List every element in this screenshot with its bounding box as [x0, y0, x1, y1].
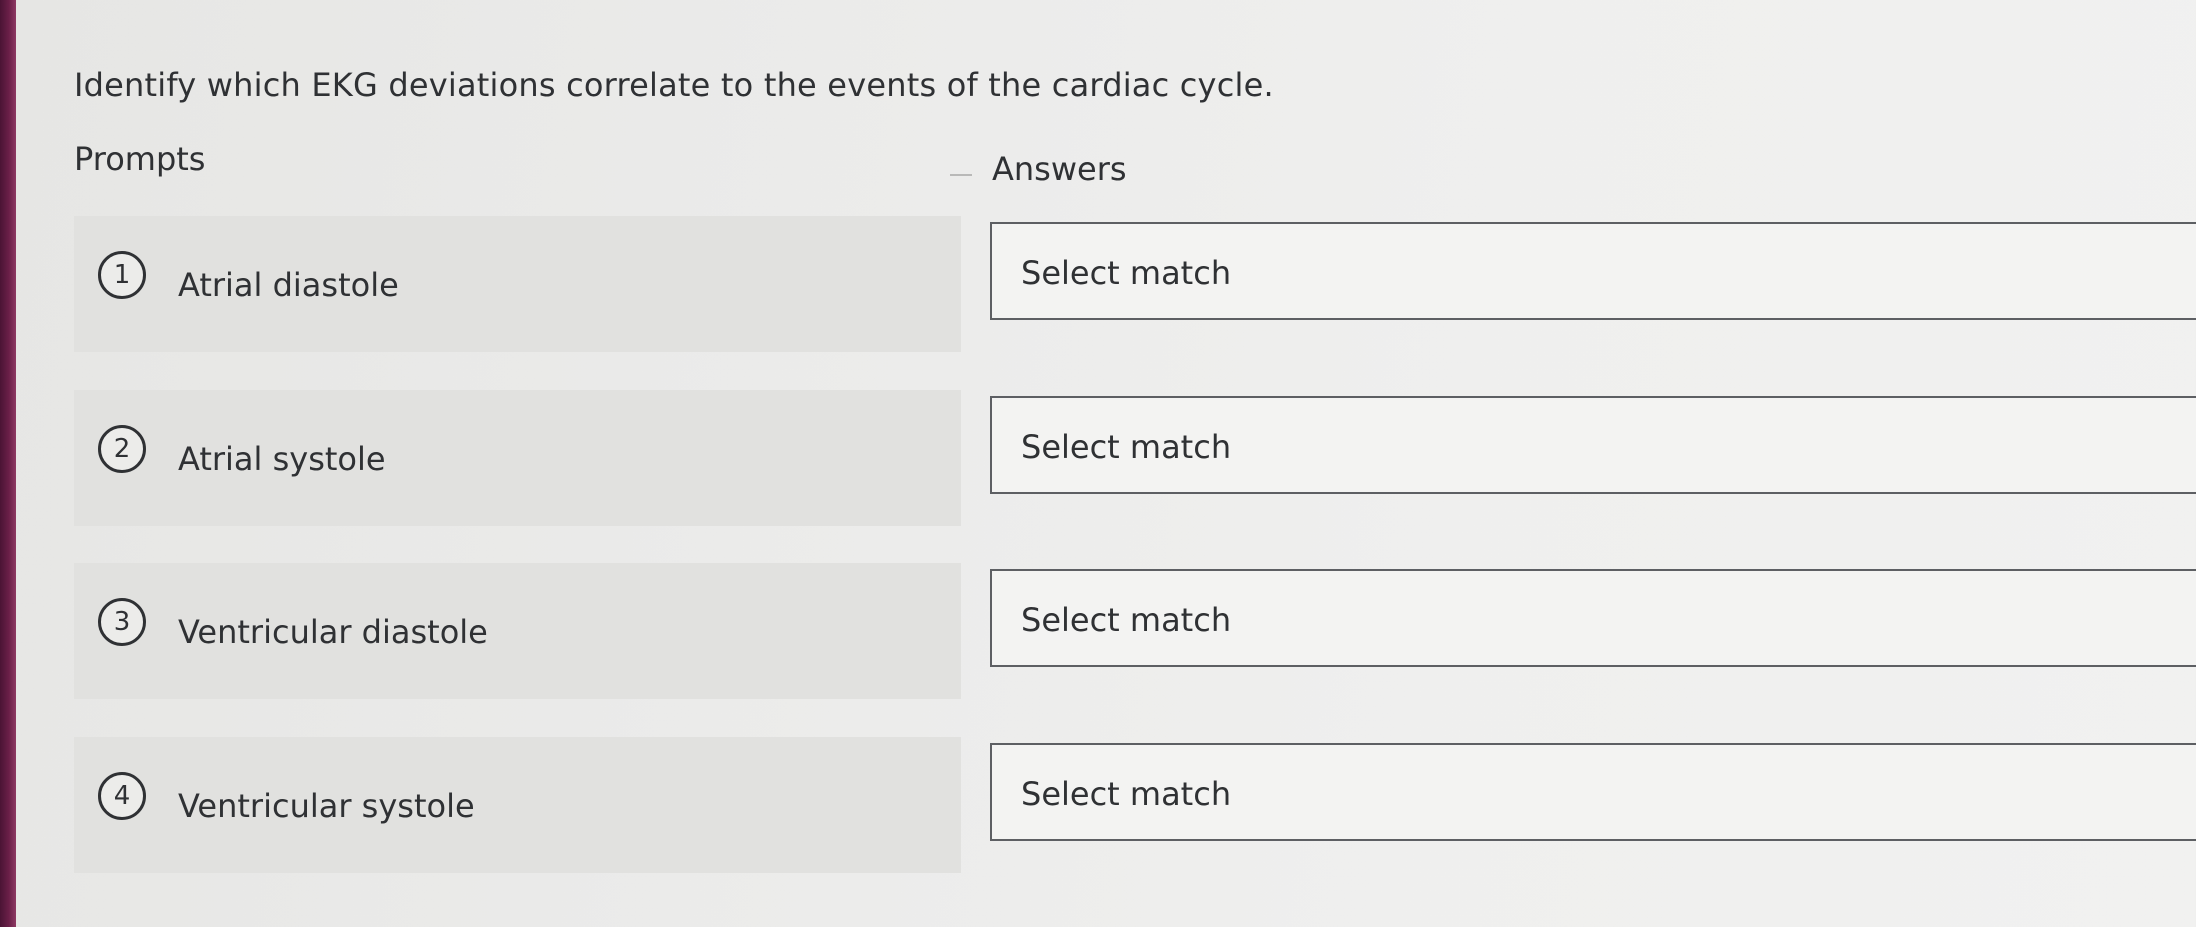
prompts-header: Prompts	[74, 140, 206, 178]
prompt-label: Atrial diastole	[178, 266, 399, 304]
answer-select-value: Select match	[1021, 428, 1232, 466]
header-divider-tick	[950, 174, 972, 176]
answer-select-3[interactable]: Select match	[990, 569, 2196, 667]
answer-select-2[interactable]: Select match	[990, 396, 2196, 494]
left-edge-strip	[0, 0, 16, 927]
prompt-number-badge: 1	[98, 251, 146, 299]
answer-select-1[interactable]: Select match	[990, 222, 2196, 320]
prompt-row-4: 4 Ventricular systole	[74, 737, 961, 873]
question-text: Identify which EKG deviations correlate …	[74, 66, 1274, 104]
prompt-label: Atrial systole	[178, 440, 386, 478]
prompt-number-badge: 3	[98, 598, 146, 646]
answer-select-4[interactable]: Select match	[990, 743, 2196, 841]
answer-select-value: Select match	[1021, 254, 1232, 292]
prompt-row-1: 1 Atrial diastole	[74, 216, 961, 352]
prompt-label: Ventricular systole	[178, 787, 475, 825]
prompt-row-3: 3 Ventricular diastole	[74, 563, 961, 699]
prompt-row-2: 2 Atrial systole	[74, 390, 961, 526]
prompt-number-badge: 2	[98, 425, 146, 473]
answer-select-value: Select match	[1021, 775, 1232, 813]
prompt-number-badge: 4	[98, 772, 146, 820]
answer-select-value: Select match	[1021, 601, 1232, 639]
answers-header: Answers	[992, 150, 1127, 188]
prompt-label: Ventricular diastole	[178, 613, 488, 651]
